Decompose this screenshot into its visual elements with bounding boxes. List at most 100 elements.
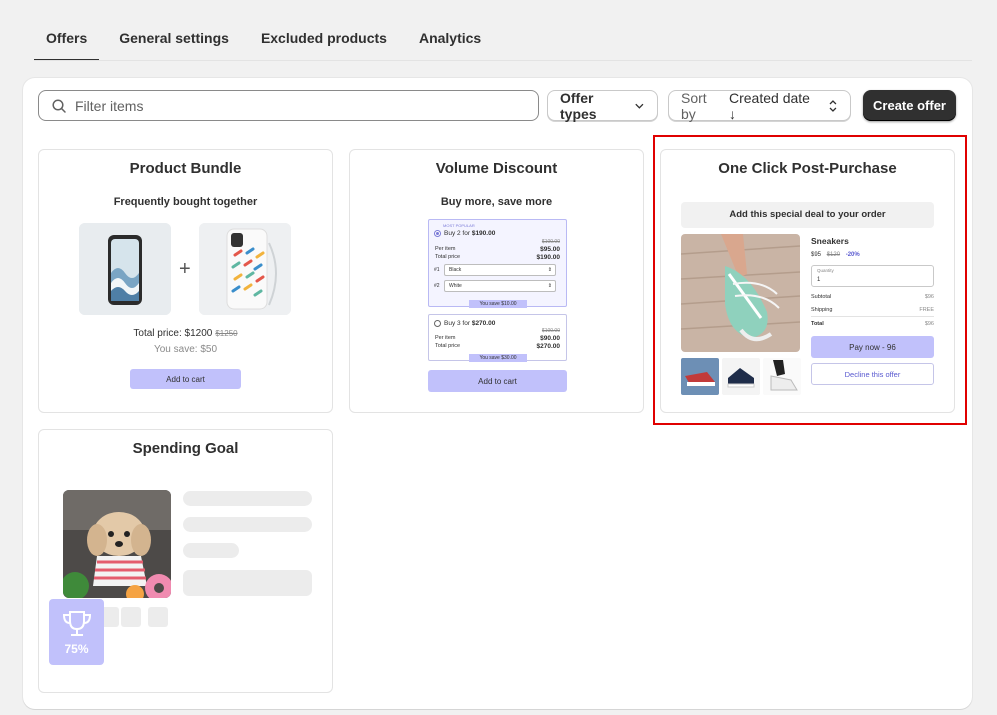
select2-label: #2	[434, 283, 440, 289]
tier1-per: $95.00	[540, 246, 560, 253]
quantity-field: Quantity 1	[811, 265, 934, 287]
sneaker-thumb-navy	[722, 358, 760, 395]
select-arrow-icon: ⇕	[547, 267, 552, 273]
volume-add-to-cart-button: Add to cart	[428, 370, 567, 392]
card-title: Spending Goal	[132, 440, 239, 457]
quantity-label: Quantity	[817, 268, 834, 273]
total-value: $96	[924, 321, 934, 327]
tier1-price: $190.00	[471, 230, 496, 237]
tab-general-settings[interactable]: General settings	[107, 22, 241, 61]
select1-label: #1	[434, 267, 440, 273]
tier1-total-row: Total price $190.00	[435, 254, 560, 261]
total-price-label: Total price	[435, 343, 461, 349]
tier1-text: Buy 2 for	[444, 230, 471, 237]
shipping-row: Shipping FREE	[811, 307, 934, 313]
tab-excluded-products[interactable]: Excluded products	[249, 22, 399, 61]
radio-selected-icon	[434, 230, 441, 237]
spending-goal-badge: 75%	[49, 599, 104, 665]
strike-price: $120	[826, 252, 841, 258]
summary-divider	[811, 316, 934, 317]
post-purchase-banner: Add this special deal to your order	[681, 202, 934, 228]
offers-panel: Offer types Sort by Created date ↓ Creat…	[23, 78, 972, 709]
bundle-add-to-cart-button: Add to cart	[130, 369, 241, 389]
price-row: $95 $120 -20%	[811, 252, 860, 258]
subtotal-label: Subtotal	[811, 294, 832, 300]
search-input[interactable]	[75, 97, 515, 114]
tier2-total: $270.00	[536, 343, 561, 350]
product-name: Sneakers	[811, 236, 849, 246]
variant-select-2-value: White	[449, 283, 462, 289]
per-item-label: Per item	[435, 246, 456, 252]
bundle-total: Total price: $1200 $1250	[39, 328, 332, 339]
offer-card-spending-goal[interactable]: Spending Goal 75%	[38, 429, 333, 693]
variant-select-1-value: Black	[449, 267, 462, 273]
variant-select-2: White ⇕	[444, 280, 556, 292]
decline-offer-button: Decline this offer	[811, 363, 934, 385]
spending-goal-progress: 75%	[64, 642, 89, 656]
search-field[interactable]	[38, 90, 539, 121]
bundle-savings: You save: $50	[153, 344, 218, 355]
sneaker-main-image	[681, 234, 800, 352]
shipping-value: FREE	[919, 307, 934, 313]
trophy-icon	[62, 611, 91, 636]
tier1-per-row: Per item $95.00	[435, 246, 560, 253]
tier2-label: Buy 3 for $270.00	[444, 320, 495, 327]
card-title: One Click Post-Purchase	[718, 160, 897, 177]
sneaker-thumb-black	[763, 358, 801, 395]
tier2-total-row: Total price $270.00	[435, 343, 560, 350]
phone-product-image	[79, 223, 171, 315]
subtotal-row: Subtotal $96	[811, 294, 934, 300]
volume-tier-2: Buy 3 for $270.00 $100.00 Per item $90.00…	[428, 314, 567, 362]
shipping-label: Shipping	[811, 307, 833, 313]
tab-offers[interactable]: Offers	[34, 22, 100, 61]
sort-value: Created date ↓	[729, 89, 810, 122]
discount-badge: -20%	[845, 252, 860, 258]
sort-chevrons-icon	[829, 99, 837, 112]
tier2-text: Buy 3 for	[444, 320, 471, 327]
sort-prefix: Sort by	[681, 89, 707, 122]
skeleton-line	[183, 543, 239, 558]
bundle-total-strike: $1250	[215, 329, 238, 338]
card-subtitle: Buy more, save more	[440, 196, 553, 208]
pay-now-button: Pay now - 96	[811, 336, 934, 358]
price: $95	[811, 252, 822, 258]
radio-icon	[434, 320, 441, 327]
tier2-strike-row: $100.00	[435, 328, 560, 334]
tier1-strike-row: $100.00	[435, 239, 560, 245]
dog-product-image	[63, 490, 171, 598]
tabs-divider	[34, 60, 972, 61]
tab-analytics[interactable]: Analytics	[407, 22, 493, 61]
quantity-value: 1	[817, 277, 821, 283]
tier2-per: $90.00	[540, 335, 560, 342]
create-offer-button[interactable]: Create offer	[863, 90, 956, 121]
tier1-strike: $100.00	[541, 239, 560, 245]
tier2-save-badge: You save $30.00	[469, 354, 527, 362]
tier2-per-row: Per item $90.00	[435, 335, 560, 342]
volume-tier-selected: MOST POPULAR Buy 2 for $190.00 $100.00 P…	[428, 219, 567, 308]
total-label: Total	[811, 321, 824, 327]
offer-types-button[interactable]: Offer types	[547, 90, 658, 122]
tier2-price: $270.00	[471, 320, 496, 327]
variant-select-1: Black ⇕	[444, 264, 556, 276]
skeleton-thumb	[148, 607, 168, 627]
offer-card-volume-discount[interactable]: Volume Discount Buy more, save more MOST…	[349, 149, 644, 413]
total-row: Total $96	[811, 321, 934, 327]
phone-case-product-image	[199, 223, 291, 315]
tier1-total: $190.00	[536, 254, 561, 261]
subtotal-value: $96	[924, 294, 934, 300]
skeleton-line	[183, 491, 312, 506]
tab-bar: Offers General settings Excluded product…	[34, 22, 501, 62]
skeleton-button	[183, 570, 312, 596]
chevron-down-icon	[635, 103, 644, 109]
bundle-total-label: Total price: $1200	[133, 328, 213, 339]
tier1-save-badge: You save $10.00	[469, 300, 527, 308]
sort-button[interactable]: Sort by Created date ↓	[668, 89, 851, 122]
skeleton-line	[183, 517, 312, 532]
tier1-label: Buy 2 for $190.00	[444, 230, 495, 237]
total-price-label: Total price	[435, 254, 461, 260]
select-arrow-icon: ⇕	[547, 283, 552, 289]
offer-card-product-bundle[interactable]: Product Bundle Frequently bought togethe…	[38, 149, 333, 413]
most-popular-label: MOST POPULAR	[443, 223, 475, 228]
tier2-strike: $100.00	[541, 328, 560, 334]
offer-card-post-purchase[interactable]: One Click Post-Purchase Add this special…	[660, 149, 955, 413]
